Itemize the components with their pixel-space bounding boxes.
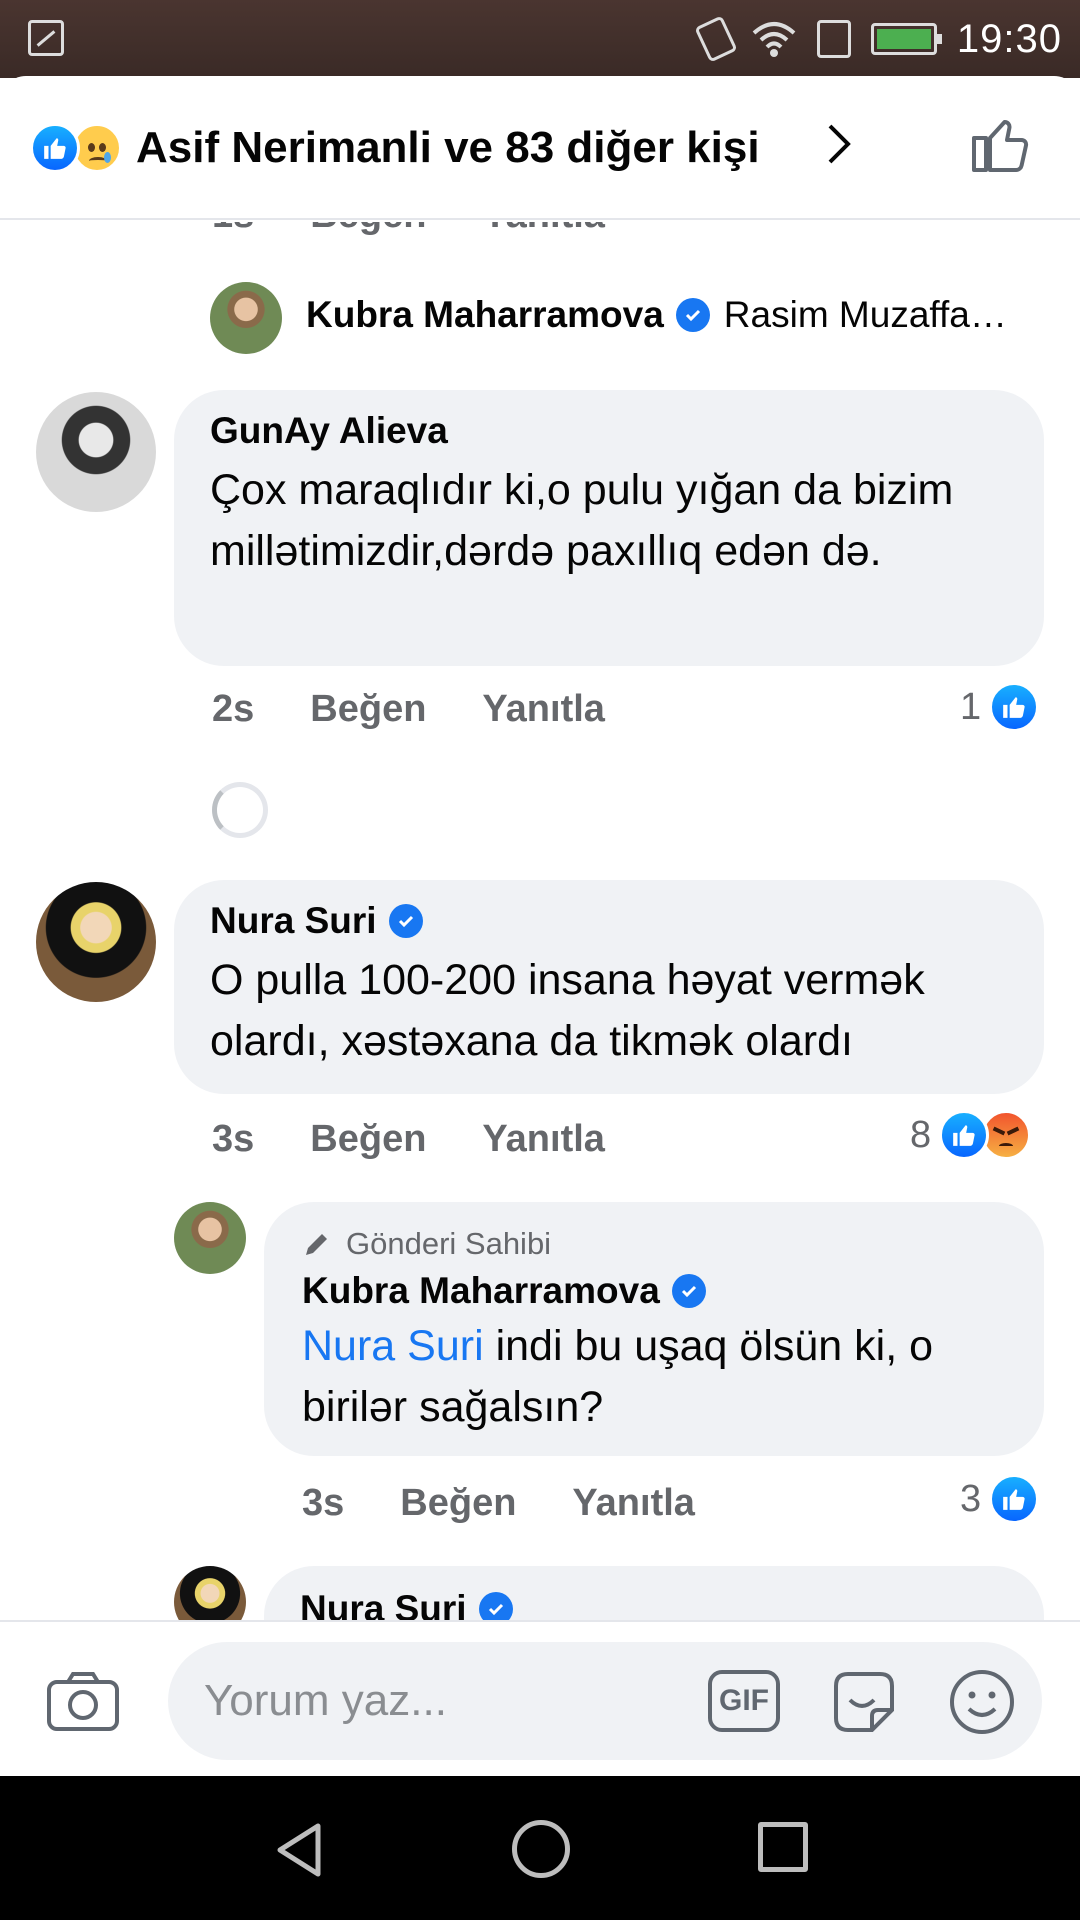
vibrate-icon <box>694 15 738 63</box>
comment-text: O pulla 100-200 insana həyat vermək olar… <box>210 956 925 1065</box>
gif-button[interactable]: GIF <box>708 1670 780 1732</box>
comment-time: 3s <box>212 1118 255 1160</box>
post-owner-label: Gönderi Sahibi <box>346 1226 552 1261</box>
like-link[interactable]: Beğen <box>400 1482 516 1525</box>
reactors-text: Asif Nerimanli ve 83 diğer kişi <box>136 123 760 172</box>
reaction-count-number: 1 <box>960 685 982 728</box>
avatar[interactable] <box>174 1202 246 1274</box>
status-icons: 19:30 <box>694 14 1062 64</box>
reply-author[interactable]: Nura Suri <box>300 1588 467 1622</box>
reply-author-row: Kubra Maharramova <box>302 1270 706 1312</box>
app-screen: 19:30 Asif Nerimanli ve 83 diğer kişi 1s… <box>0 0 1080 1920</box>
verified-badge-icon <box>478 1592 513 1622</box>
home-icon[interactable] <box>512 1820 570 1878</box>
reactions-header[interactable]: Asif Nerimanli ve 83 diğer kişi <box>0 76 1080 220</box>
comment-input-container[interactable]: GIF <box>168 1642 1042 1760</box>
reply-preview-author: Kubra Maharramova <box>306 294 664 335</box>
reaction-count[interactable]: 1 <box>960 682 1040 732</box>
comment-time: 2s <box>212 688 255 730</box>
comments-list[interactable]: 1s Beğen Yanıtla Kubra Maharramova Rasim… <box>0 222 1080 1622</box>
reply-preview[interactable]: Kubra Maharramova Rasim Muzaffa… <box>306 294 1007 336</box>
battery-icon <box>870 23 942 55</box>
avatar[interactable] <box>174 1566 246 1622</box>
reaction-count[interactable]: 8 <box>910 1110 1032 1160</box>
reaction-count-number: 3 <box>960 1477 982 1520</box>
comment-input[interactable] <box>204 1676 654 1726</box>
comment-meta: 2s Beğen Yanıtla <box>212 688 605 731</box>
reply-bubble[interactable]: Nura Suri <box>264 1566 1044 1622</box>
like-reaction-icon <box>989 682 1040 732</box>
status-bar: 19:30 <box>0 0 1080 78</box>
comment-bubble[interactable]: GunAy Alieva Çox maraqlıdır ki,o pulu yı… <box>174 390 1044 666</box>
verified-badge-icon <box>675 298 710 332</box>
avatar[interactable] <box>36 882 156 1002</box>
partial-comment-meta: 1s Beğen Yanıtla <box>212 222 605 237</box>
like-link[interactable]: Beğen <box>310 1118 426 1161</box>
reply-preview-snippet: Rasim Muzaffa… <box>723 294 1007 335</box>
sticker-icon[interactable] <box>828 1666 900 1738</box>
avatar[interactable] <box>210 282 282 354</box>
verified-badge-icon <box>671 1274 706 1308</box>
reactions-summary[interactable]: Asif Nerimanli ve 83 diğer kişi <box>30 120 760 176</box>
loading-spinner-icon <box>212 782 268 838</box>
like-reaction-icon <box>989 1474 1040 1524</box>
reaction-count-number: 8 <box>910 1113 932 1156</box>
reply-text: Nura Suri indi bu uşaq ölsün ki, o biril… <box>302 1316 1002 1438</box>
like-link[interactable]: Beğen <box>310 688 426 731</box>
like-reaction-icon <box>939 1110 990 1160</box>
reply-link[interactable]: Yanıtla <box>572 1482 695 1525</box>
reply-link[interactable]: Yanıtla <box>482 222 605 237</box>
recents-icon[interactable] <box>758 1822 808 1872</box>
system-nav-bar <box>0 1776 1080 1920</box>
comment-composer: GIF <box>0 1620 1080 1776</box>
post-owner-badge: Gönderi Sahibi <box>302 1226 551 1262</box>
sim-card-icon <box>816 20 851 58</box>
reply-bubble[interactable]: Gönderi Sahibi Kubra Maharramova Nura Su… <box>264 1202 1044 1456</box>
mention-link[interactable]: Nura Suri <box>302 1322 484 1370</box>
reply-author[interactable]: Kubra Maharramova <box>302 1270 660 1312</box>
comment-meta: 3s Beğen Yanıtla <box>212 1118 605 1161</box>
status-time: 19:30 <box>956 16 1062 61</box>
reply-meta: 3s Beğen Yanıtla <box>302 1482 695 1525</box>
comment-author[interactable]: Nura Suri <box>210 900 377 942</box>
avatar[interactable] <box>36 392 156 512</box>
comment-text: Çox maraqlıdır ki,o pulu yığan da bizim … <box>210 466 954 575</box>
verified-badge-icon <box>388 904 423 938</box>
camera-icon[interactable] <box>46 1670 120 1732</box>
back-icon[interactable] <box>272 1820 328 1880</box>
reply-link[interactable]: Yanıtla <box>482 1118 605 1161</box>
comment-bubble[interactable]: Nura Suri O pulla 100-200 insana həyat v… <box>174 880 1044 1094</box>
reply-link[interactable]: Yanıtla <box>482 688 605 731</box>
comment-time: 1s <box>212 222 254 237</box>
like-reaction-icon <box>30 123 80 173</box>
pencil-icon <box>306 1234 327 1255</box>
gif-label: GIF <box>719 1684 769 1717</box>
like-link[interactable]: Beğen <box>310 222 426 237</box>
reaction-count[interactable]: 3 <box>960 1474 1040 1524</box>
reply-author-row: Nura Suri <box>300 1588 513 1622</box>
comment-author[interactable]: GunAy Alieva <box>210 410 448 452</box>
comment-author-row: Nura Suri <box>210 900 423 942</box>
gallery-icon <box>28 20 64 56</box>
wifi-icon <box>751 19 797 59</box>
chevron-right-icon[interactable] <box>826 122 854 166</box>
comment-time: 3s <box>302 1482 345 1524</box>
like-outline-icon[interactable] <box>970 112 1032 174</box>
emoji-icon[interactable] <box>948 1668 1016 1736</box>
